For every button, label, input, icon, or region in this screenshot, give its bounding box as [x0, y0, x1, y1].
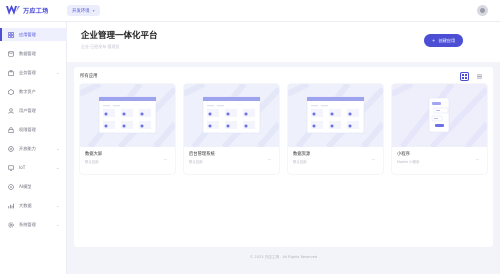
app-name: 小程序 — [397, 152, 410, 157]
create-app-label: 创建应用 — [438, 37, 456, 43]
app-description: 默认应用 — [85, 160, 99, 164]
app-name: 数据资源 — [293, 152, 311, 157]
sidebar-item-label: 权限管理 — [19, 126, 36, 132]
footer: © 2023 万应工场 · All Rights Reserved — [249, 255, 318, 259]
sidebar-item-label: AI模型 — [19, 183, 32, 189]
sidebar-item-label: 应用管理 — [19, 31, 36, 37]
grid-icon — [462, 74, 467, 79]
bigdata-icon — [8, 203, 14, 209]
environment-selector[interactable]: 开发环境 ▾ — [67, 5, 100, 16]
sidebar-item[interactable]: 业务管理 ⌄ — [0, 66, 67, 79]
asset-icon — [8, 88, 14, 95]
sidebar-item[interactable]: IoT ⌄ — [0, 161, 67, 174]
sidebar-item[interactable]: 用户管理 — [0, 104, 67, 117]
page-title: 企业管理一体化平台 — [81, 31, 158, 41]
logo[interactable]: 万应工场 — [6, 4, 49, 17]
logo-text: 万应工场 — [23, 8, 49, 15]
chevron-down-icon: ⌄ — [56, 165, 60, 170]
database-icon — [8, 50, 14, 57]
app-description: 默认应用 — [293, 160, 307, 164]
app-name: 后台管理系统 — [189, 152, 215, 157]
create-app-button[interactable]: + 创建应用 — [424, 34, 463, 47]
app-description: 默认应用 — [189, 160, 203, 164]
sidebar-item[interactable]: 数据管理 — [0, 47, 67, 60]
chevron-down-icon: ⌄ — [56, 146, 60, 151]
app-preview-image — [184, 84, 279, 150]
settings-icon — [8, 221, 14, 228]
open-icon — [8, 145, 14, 152]
page-header: 企业管理一体化平台 企业·已经发布·管理员 + 创建应用 — [67, 22, 500, 62]
sidebar-item-label: IoT — [19, 165, 26, 170]
app-name: 数据大屏 — [85, 152, 103, 157]
more-icon[interactable]: ··· — [372, 157, 375, 162]
app-preview-image — [392, 84, 487, 150]
app-card[interactable]: 小程序 Mobile 小程序 ··· — [392, 84, 487, 174]
sidebar-item-label: 业务管理 — [19, 69, 36, 75]
user-icon — [8, 107, 14, 114]
chevron-down-icon: ⌄ — [56, 70, 60, 75]
app-description: Mobile 小程序 — [397, 160, 420, 164]
list-icon — [477, 74, 482, 79]
user-icon — [480, 8, 485, 13]
sidebar-item[interactable]: 应用管理 — [0, 28, 67, 41]
logo-icon — [6, 5, 20, 15]
app-card[interactable]: 数据资源 默认应用 ··· — [288, 84, 383, 174]
sidebar-item-label: 大数据 — [19, 202, 32, 208]
briefcase-icon — [8, 69, 14, 76]
app-preview-image — [288, 84, 383, 150]
sidebar-item[interactable]: AI模型 — [0, 180, 67, 193]
apps-section: 所有应用 数据大屏 默认应用 ··· 后台管理系统 默认应用 ··· 数据资源 … — [74, 67, 493, 247]
list-view-button[interactable] — [475, 72, 484, 81]
sidebar-item[interactable]: 系统管理 ⌄ — [0, 218, 67, 231]
chevron-down-icon: ⌄ — [56, 222, 60, 227]
ai-icon — [8, 183, 14, 190]
lock-icon — [8, 126, 14, 133]
sidebar-item-label: 开放能力 — [19, 145, 36, 151]
sidebar-item[interactable]: 权限管理 — [0, 123, 67, 136]
sidebar-item-label: 系统管理 — [19, 221, 36, 227]
app-thumbnail — [392, 84, 487, 150]
sidebar-item-label: 数字资产 — [19, 88, 36, 94]
app-thumbnail — [184, 84, 279, 150]
page-subtitle: 企业·已经发布·管理员 — [81, 44, 120, 49]
sidebar-item[interactable]: 开放能力 ⌄ — [0, 142, 67, 155]
avatar[interactable] — [477, 5, 488, 16]
more-icon[interactable]: ··· — [476, 157, 479, 162]
sidebar-item[interactable]: 数字资产 — [0, 85, 67, 98]
iot-icon — [8, 165, 14, 171]
grid-view-button[interactable] — [460, 72, 469, 81]
environment-label: 开发环境 — [72, 8, 90, 14]
sidebar: 应用管理数据管理业务管理 ⌄ 数字资产用户管理权限管理开放能力 ⌄ IoT ⌄ AI模型大数… — [0, 22, 67, 274]
section-title: 所有应用 — [80, 74, 98, 79]
chevron-down-icon: ⌄ — [56, 203, 60, 208]
sidebar-item-label: 数据管理 — [19, 50, 36, 56]
app-icon — [8, 31, 14, 38]
chevron-down-icon: ▾ — [92, 8, 95, 13]
plus-icon: + — [431, 38, 436, 43]
app-card[interactable]: 数据大屏 默认应用 ··· — [80, 84, 175, 174]
app-card[interactable]: 后台管理系统 默认应用 ··· — [184, 84, 279, 174]
sidebar-item-label: 用户管理 — [19, 107, 36, 113]
more-icon[interactable]: ··· — [164, 157, 167, 162]
app-preview-image — [80, 84, 175, 150]
more-icon[interactable]: ··· — [268, 157, 271, 162]
app-thumbnail — [80, 84, 175, 150]
top-bar: 万应工场 开发环境 ▾ — [0, 0, 500, 22]
sidebar-item[interactable]: 大数据 ⌄ — [0, 199, 67, 212]
app-thumbnail — [288, 84, 383, 150]
